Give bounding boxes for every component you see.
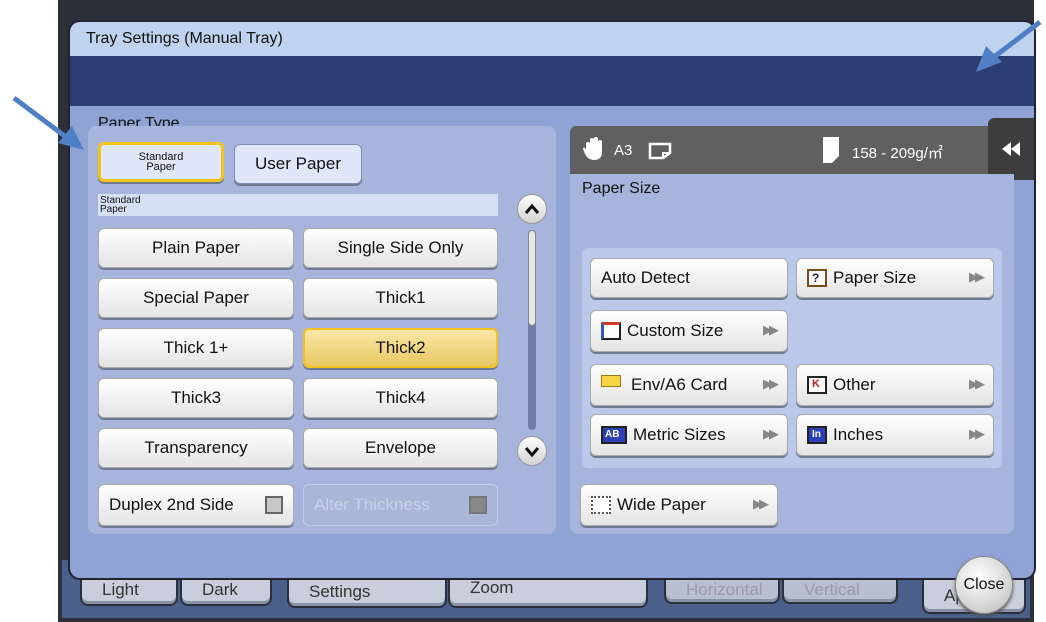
annotation-arrows (12, 20, 1042, 150)
arrow-icon (12, 96, 84, 150)
arrow-icon (976, 20, 1042, 72)
